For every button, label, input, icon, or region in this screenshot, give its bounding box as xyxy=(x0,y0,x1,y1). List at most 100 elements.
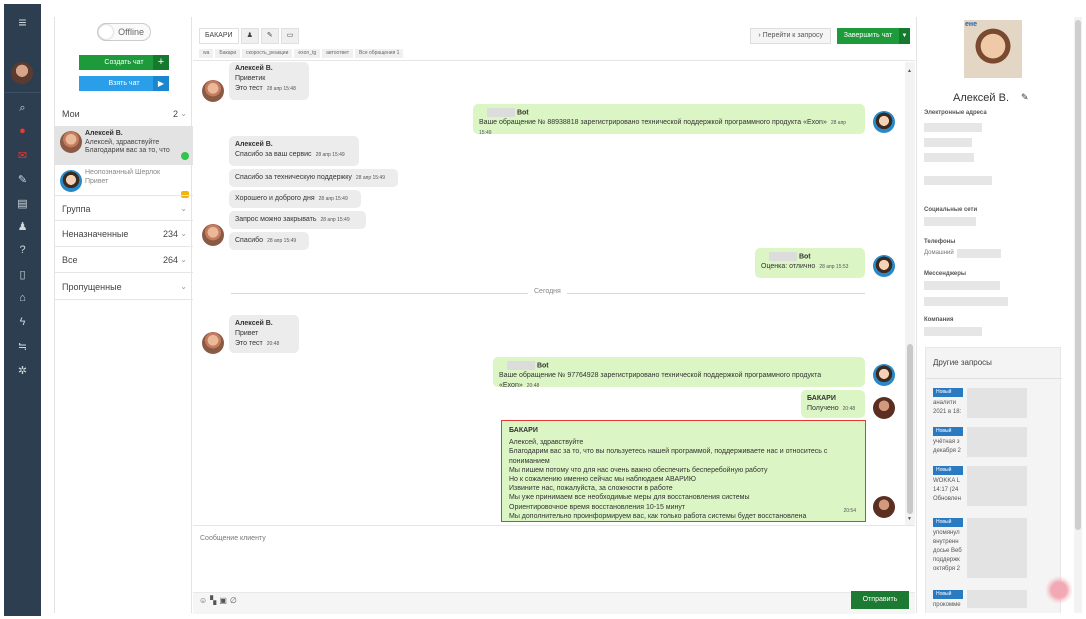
avatar xyxy=(202,80,224,102)
create-chat-button[interactable]: Создать чат + xyxy=(79,55,169,70)
messengers-label: Мессенджеры xyxy=(924,271,966,277)
chevron-right-icon: › xyxy=(758,32,761,39)
template-icon[interactable]: ▚ xyxy=(210,596,219,605)
client-name: Алексей В. xyxy=(953,92,1010,104)
chat-header: БАКАРИ ♟ ✎ ▭ wa Бакари скорость_реакции exon_t… xyxy=(193,17,915,61)
menu-icon[interactable]: ≡ xyxy=(4,14,41,30)
request-item[interactable]: Новый аналити 2021 в 18: xyxy=(933,388,1059,418)
photo-text: ене xyxy=(965,21,978,28)
message-list: Алексей В. Приветик Это тест 28 апр 15:48… xyxy=(193,62,905,525)
tag-icon[interactable]: ✎ xyxy=(260,28,279,44)
card-icon[interactable]: ▭ xyxy=(280,28,300,44)
scroll-down-icon[interactable]: ▼ xyxy=(907,516,912,522)
help-icon[interactable]: ? xyxy=(4,244,41,256)
person-icon[interactable]: ♟ xyxy=(240,28,259,44)
redacted xyxy=(924,281,1000,290)
goto-request-button[interactable]: › Перейти к запросу xyxy=(750,28,831,44)
message-time: 20:48 xyxy=(266,341,280,347)
home-phone-label: Домашний xyxy=(924,250,954,256)
message-author: БАКАРИ xyxy=(807,395,836,402)
message-incoming: Алексей В. Привет Это тест 20:48 xyxy=(229,315,299,353)
request-item[interactable]: Новый прокомме xyxy=(933,590,1059,610)
request-item[interactable]: Новый упомянул внутренн досье Веб поддер… xyxy=(933,518,1059,578)
tag-chip[interactable]: Бакари xyxy=(215,49,241,58)
chat-item-preview: Алексей, здравствуйте xyxy=(85,139,160,146)
tag-chip[interactable]: wa xyxy=(199,49,214,58)
chat-item-preview: Благодарим вас за то, что xyxy=(85,147,170,154)
tab-bakari[interactable]: БАКАРИ xyxy=(199,28,239,44)
filter-icon[interactable]: ≒ xyxy=(4,340,41,353)
message-text: Ваше обращение № 97764928 зарегистрирова… xyxy=(499,372,822,390)
group-unassigned[interactable]: Неназначенные 234 ⌄ xyxy=(55,221,193,247)
scroll-thumb[interactable] xyxy=(907,344,913,514)
avatar xyxy=(873,397,895,419)
bolt-icon[interactable]: ϟ xyxy=(4,316,41,328)
finish-chat-button[interactable]: Завершить чат xyxy=(837,28,899,44)
message-time: 28 апр 15:49 xyxy=(320,217,350,223)
message-text: Это тест xyxy=(235,340,263,347)
message-text: Привет xyxy=(235,330,259,337)
compose-placeholder: Сообщение клиенту xyxy=(200,535,266,542)
attach-icon[interactable]: ∅ xyxy=(230,596,240,605)
tag-chip[interactable]: автоответ xyxy=(322,49,353,58)
chat-item-alexey[interactable]: Алексей В. Алексей, здравствуйте Благода… xyxy=(55,126,193,165)
group-all[interactable]: Все 264 ⌄ xyxy=(55,247,193,273)
rail-divider xyxy=(4,92,41,93)
tag-chip[interactable]: Все обращения 1 xyxy=(354,49,404,58)
message-line: Ориентировочное время восстановления 10-… xyxy=(509,503,686,511)
group-count: 234 xyxy=(162,229,178,239)
search-icon[interactable]: ⌕ xyxy=(4,102,41,115)
date-divider-label: Сегодня xyxy=(528,288,567,295)
mail-icon[interactable]: ✉ xyxy=(4,149,41,162)
lock-icon[interactable]: ▣ xyxy=(219,596,230,605)
request-item[interactable]: Новый WOKKA L 14:17 (24 Обновлен xyxy=(933,466,1059,506)
message-incoming: Хорошего и доброго дня 28 апр 15:49 xyxy=(229,190,361,208)
tag-chip[interactable]: exon_tg xyxy=(294,49,321,58)
message-time: 28 апр 15:49 xyxy=(318,196,348,202)
tag-icon[interactable]: ✎ xyxy=(4,173,41,186)
message-author: Алексей В. xyxy=(235,65,273,72)
group-mine[interactable]: Мои 2 ⌄ xyxy=(55,101,193,127)
edit-icon[interactable]: ✎ xyxy=(1021,92,1029,103)
message-scrollbar[interactable]: ▲ ▼ xyxy=(905,62,915,525)
send-button[interactable]: Отправить xyxy=(851,591,909,609)
user-icon[interactable]: ♟ xyxy=(4,220,41,233)
inbox-icon[interactable]: ⌂ xyxy=(4,292,41,304)
scroll-thumb[interactable] xyxy=(1075,20,1081,530)
divider xyxy=(926,378,1062,379)
message-time: 20:54 xyxy=(843,507,856,514)
message-text: Запрос можно закрывать xyxy=(235,216,317,223)
tag-chip[interactable]: скорость_реакции xyxy=(242,49,293,58)
chat-item-name: Алексей В. xyxy=(85,130,123,137)
take-chat-button[interactable]: Взять чат ▶ xyxy=(79,76,169,91)
redacted xyxy=(924,327,982,336)
compose-area[interactable]: Сообщение клиенту ☺▚▣∅ Отправить xyxy=(193,525,915,614)
gear-icon[interactable]: ✲ xyxy=(4,364,41,377)
message-outgoing: Bot Оценка: отлично 28 апр 15:53 xyxy=(755,248,865,278)
card-icon[interactable]: ▤ xyxy=(4,197,41,210)
nav-rail: ≡ ⌕ ● ✉ ✎ ▤ ♟ ? ▯ ⌂ ϟ ≒ ✲ xyxy=(4,4,41,616)
group-count: 2 xyxy=(172,109,178,119)
message-line: Алексей, здравствуйте xyxy=(509,439,584,447)
scroll-up-icon[interactable]: ▲ xyxy=(907,68,912,74)
emoji-icon[interactable]: ☺ xyxy=(199,596,210,605)
chevron-down-icon[interactable]: ▼ xyxy=(899,28,910,44)
online-toggle[interactable]: Offline xyxy=(97,23,151,41)
tag-list: wa Бакари скорость_реакции exon_tg автоответ… xyxy=(199,49,405,61)
group-missed[interactable]: Пропущенные ⌄ xyxy=(55,274,193,300)
group-name: Неназначенные xyxy=(62,229,129,239)
message-time: 28 апр 15:49 xyxy=(355,175,385,181)
client-photo: ене xyxy=(964,20,1022,78)
request-item[interactable]: Новый учётная з декабря 2 xyxy=(933,427,1059,457)
chat-icon[interactable]: ● xyxy=(4,125,41,137)
redacted xyxy=(967,388,1027,418)
group-group[interactable]: Группа ⌄ xyxy=(55,195,193,221)
phones-label: Телефоны xyxy=(924,239,956,245)
document-icon[interactable]: ▯ xyxy=(4,268,41,281)
take-chat-label: Взять чат xyxy=(108,80,140,87)
message-text: Ваше обращение № 88938818 зарегистрирова… xyxy=(479,119,827,127)
profile-scrollbar[interactable] xyxy=(1074,17,1082,613)
group-name: Мои xyxy=(62,109,80,119)
status-badge: Новый xyxy=(933,466,963,475)
user-avatar[interactable] xyxy=(11,62,33,84)
